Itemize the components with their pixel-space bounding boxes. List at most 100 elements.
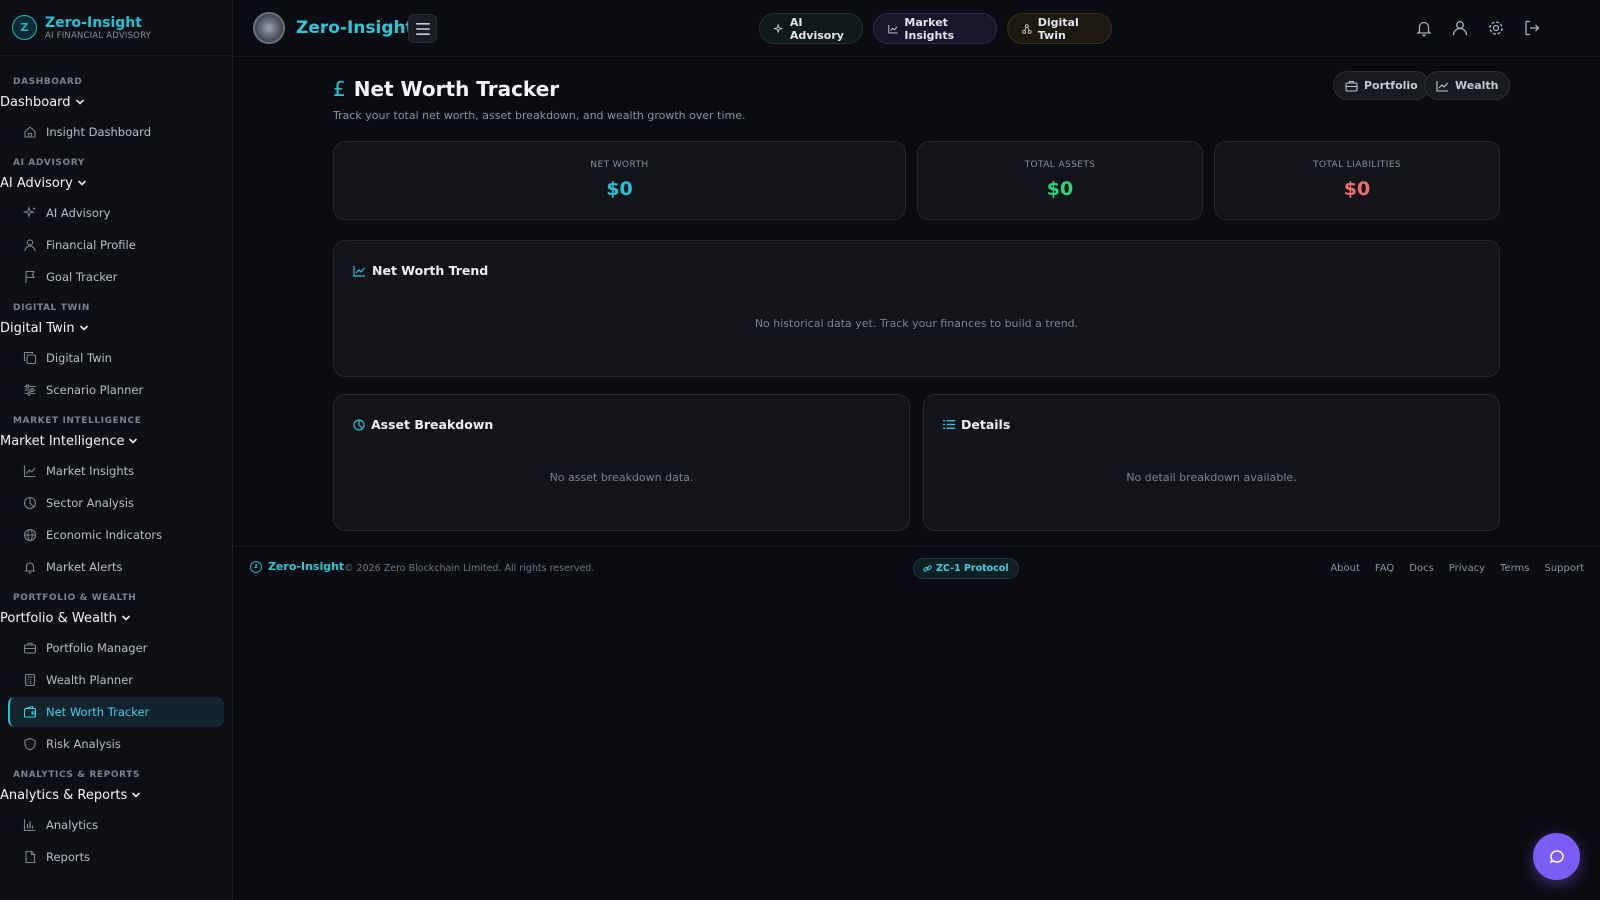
trend-icon	[1436, 80, 1448, 92]
net-worth-trend-title: Net Worth Trend	[353, 263, 488, 278]
footer-link-terms[interactable]: Terms	[1500, 563, 1529, 574]
sidebar-group-label: Analytics & Reports	[0, 787, 128, 803]
sidebar-item-insight-dashboard[interactable]: Insight Dashboard	[8, 117, 224, 147]
menu-toggle-button[interactable]	[408, 14, 437, 43]
ai-advisory-pill-label: AI Advisory	[789, 15, 844, 42]
brand-subtitle: AI FINANCIAL ADVISORY	[45, 30, 152, 41]
portfolio-button[interactable]: Portfolio	[1333, 71, 1430, 100]
sidebar-item-scenario-planner[interactable]: Scenario Planner	[8, 375, 224, 405]
sidebar-item-digital-twin[interactable]: Digital Twin	[8, 343, 224, 373]
page-subtitle: Track your total net worth, asset breakd…	[333, 109, 746, 122]
footer-link-support[interactable]: Support	[1544, 563, 1584, 574]
protocol-badge[interactable]: ZC-1 Protocol	[913, 558, 1019, 579]
digital-twin-pill[interactable]: Digital Twin	[1007, 13, 1112, 44]
main-content: £ Net Worth Tracker Track your total net…	[233, 57, 1600, 900]
details-card: Details No detail breakdown available.	[923, 394, 1500, 531]
sliders-icon	[23, 383, 37, 397]
asset-breakdown-title-text: Asset Breakdown	[371, 417, 494, 432]
sidebar-item-ai-advisory[interactable]: AI Advisory	[8, 198, 224, 228]
sidebar-item-risk-analysis[interactable]: Risk Analysis	[8, 729, 224, 759]
link-icon	[923, 565, 932, 572]
wallet-icon	[23, 705, 37, 719]
sidebar-group-analytics-and-reports[interactable]: Analytics & Reports	[0, 787, 232, 803]
footer-logo-icon: z	[250, 560, 262, 573]
sidebar-item-label: Net Worth Tracker	[46, 705, 150, 719]
sidebar-group-ai-advisory[interactable]: AI Advisory	[0, 175, 232, 191]
calculator-icon	[23, 673, 37, 687]
sidebar-group-portfolio-and-wealth[interactable]: Portfolio & Wealth	[0, 610, 232, 626]
digital-twin-pill-label: Digital Twin	[1037, 15, 1079, 42]
sidebar-item-net-worth-tracker[interactable]: Net Worth Tracker	[8, 697, 224, 727]
bell-icon	[23, 560, 37, 574]
sidebar-section-label: ANALYTICS & REPORTS	[13, 770, 141, 780]
ai-advisory-pill[interactable]: AI Advisory	[759, 13, 863, 44]
network-icon	[1022, 23, 1032, 34]
sidebar-section-portfolio-and-wealth: PORTFOLIO & WEALTH Portfolio & Wealth Port…	[0, 592, 232, 759]
chevron-down-icon	[132, 792, 141, 798]
net-worth-trend-title-text: Net Worth Trend	[372, 263, 489, 278]
chat-button[interactable]	[1533, 833, 1580, 880]
sidebar-brand[interactable]: Z Zero-Insight AI FINANCIAL ADVISORY	[0, 0, 232, 56]
sidebar-item-label: Market Alerts	[46, 560, 123, 574]
total-liabilities-value: $0	[1343, 178, 1371, 200]
asset-breakdown-title: Asset Breakdown	[353, 417, 493, 432]
sidebar-item-goal-tracker[interactable]: Goal Tracker	[8, 262, 224, 292]
sidebar-group-label: Market Intelligence	[0, 433, 125, 449]
chevron-down-icon	[79, 325, 88, 331]
bell-icon[interactable]	[1415, 19, 1433, 37]
total-liabilities-label: TOTAL LIABILITIES	[1312, 160, 1402, 170]
total-assets-value: $0	[1046, 178, 1074, 200]
footer-link-about[interactable]: About	[1330, 563, 1360, 574]
flag-icon	[23, 270, 37, 284]
sidebar-item-market-alerts[interactable]: Market Alerts	[8, 552, 224, 582]
sidebar-group-label: Digital Twin	[0, 320, 75, 336]
app-title[interactable]: Zero-Insight	[296, 18, 414, 38]
footer-brand[interactable]: z Zero-Insight	[250, 560, 344, 573]
details-empty-message: No detail breakdown available.	[1126, 471, 1297, 484]
sidebar-section-label: PORTFOLIO & WEALTH	[13, 593, 137, 603]
footer-link-privacy[interactable]: Privacy	[1449, 563, 1485, 574]
bar-chart-icon	[23, 818, 37, 832]
home-icon	[23, 125, 37, 139]
total-liabilities-card: TOTAL LIABILITIES $0	[1214, 141, 1500, 220]
trend-icon	[23, 464, 37, 478]
details-title-text: Details	[961, 417, 1011, 432]
sidebar-item-label: Portfolio Manager	[46, 641, 148, 655]
sidebar-group-market-intelligence[interactable]: Market Intelligence	[0, 433, 232, 449]
sidebar-item-label: Analytics	[46, 818, 99, 832]
footer-link-docs[interactable]: Docs	[1409, 563, 1434, 574]
user-icon	[23, 238, 37, 252]
sidebar-item-reports[interactable]: Reports	[8, 842, 224, 872]
sidebar-item-label: Market Insights	[46, 464, 135, 478]
sidebar-section-digital-twin: DIGITAL TWIN Digital Twin Digital Twin Scen…	[0, 302, 232, 405]
sidebar-group-digital-twin[interactable]: Digital Twin	[0, 320, 232, 336]
hamburger-icon	[415, 22, 430, 35]
net-worth-value: $0	[606, 178, 633, 200]
gear-icon[interactable]	[1487, 19, 1505, 37]
sidebar-item-economic-indicators[interactable]: Economic Indicators	[8, 520, 224, 550]
sidebar-item-analytics[interactable]: Analytics	[8, 810, 224, 840]
logout-icon[interactable]	[1523, 19, 1541, 37]
chevron-down-icon	[77, 180, 86, 186]
page-header: £ Net Worth Tracker Track your total net…	[333, 77, 746, 122]
sidebar-item-sector-analysis[interactable]: Sector Analysis	[8, 488, 224, 518]
sidebar-item-label: Goal Tracker	[46, 270, 118, 284]
sidebar-section-label: DASHBOARD	[13, 77, 83, 87]
sidebar-item-portfolio-manager[interactable]: Portfolio Manager	[8, 633, 224, 663]
sidebar-group-label: Portfolio & Wealth	[0, 610, 117, 626]
sidebar-item-financial-profile[interactable]: Financial Profile	[8, 230, 224, 260]
user-icon[interactable]	[1451, 19, 1469, 37]
sidebar-item-market-insights[interactable]: Market Insights	[8, 456, 224, 486]
sidebar-group-dashboard[interactable]: Dashboard	[0, 94, 232, 110]
sidebar-item-wealth-planner[interactable]: Wealth Planner	[8, 665, 224, 695]
wealth-button[interactable]: Wealth	[1424, 71, 1511, 100]
footer-link-faq[interactable]: FAQ	[1375, 563, 1394, 574]
market-insights-pill[interactable]: Market Insights	[873, 13, 997, 44]
sidebar-section-market-intelligence: MARKET INTELLIGENCE Market Intelligence Ma…	[0, 415, 232, 582]
footer-links: About FAQ Docs Privacy Terms Support	[1330, 563, 1584, 574]
trend-icon	[888, 24, 898, 33]
footer-copyright: © 2026 Zero Blockchain Limited. All righ…	[344, 563, 595, 574]
chevron-down-icon	[75, 99, 84, 105]
sidebar-item-label: Sector Analysis	[46, 496, 135, 510]
app-logo[interactable]	[253, 12, 285, 44]
